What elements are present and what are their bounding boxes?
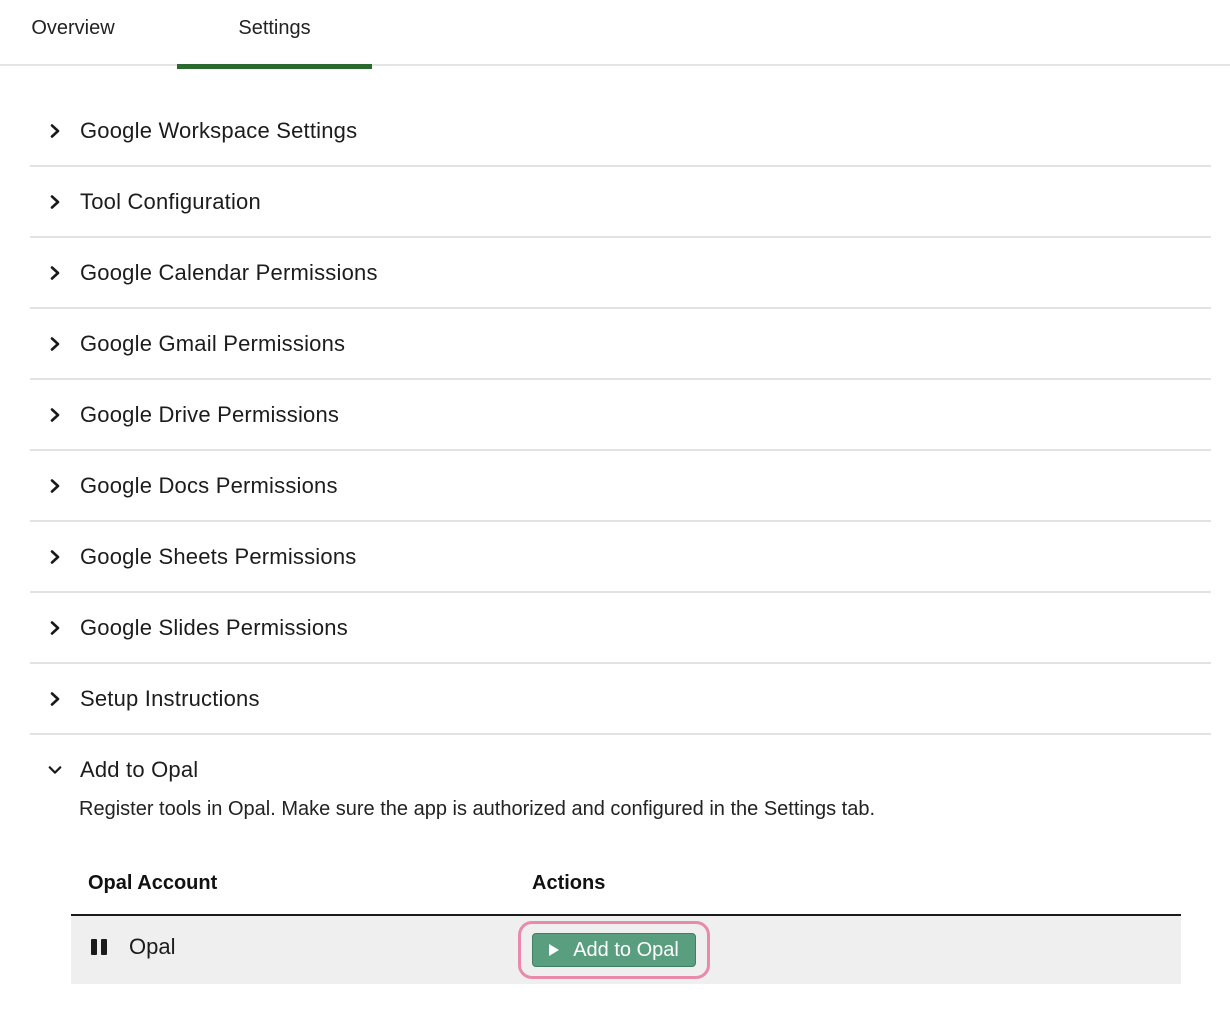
accordion-item-label: Google Sheets Permissions — [80, 543, 357, 569]
tab-settings[interactable]: Settings — [177, 0, 372, 66]
accordion-item-label: Google Workspace Settings — [80, 117, 358, 143]
accordion-item-tool-configuration[interactable]: Tool Configuration — [30, 167, 1211, 238]
accordion-item-setup-instructions[interactable]: Setup Instructions — [30, 664, 1211, 735]
accordion-item-google-workspace-settings[interactable]: Google Workspace Settings — [30, 96, 1211, 167]
add-to-opal-highlight: Add to Opal — [518, 921, 710, 979]
tab-overview[interactable]: Overview — [0, 0, 146, 66]
chevron-down-icon — [48, 763, 62, 777]
accordion-item-label: Google Calendar Permissions — [80, 259, 378, 285]
section-description: Register tools in Opal. Make sure the ap… — [79, 798, 876, 820]
chevron-right-icon — [48, 691, 62, 706]
accordion-item-label: Setup Instructions — [80, 685, 260, 711]
chevron-right-icon — [48, 478, 62, 493]
chevron-right-icon — [48, 336, 62, 351]
add-to-opal-button[interactable]: Add to Opal — [532, 933, 696, 967]
column-header-actions: Actions — [532, 871, 606, 894]
column-header-opal-account: Opal Account — [88, 871, 218, 894]
accordion-item-google-docs-permissions[interactable]: Google Docs Permissions — [30, 451, 1211, 522]
chevron-right-icon — [48, 194, 62, 209]
chevron-right-icon — [48, 265, 62, 280]
accordion-item-label: Google Slides Permissions — [80, 614, 348, 640]
add-to-opal-button-label: Add to Opal — [573, 938, 679, 961]
accordion-item-label: Add to Opal — [80, 757, 199, 782]
accordion-item-label: Tool Configuration — [80, 188, 261, 214]
accordion-item-label: Google Docs Permissions — [80, 472, 338, 498]
chevron-right-icon — [48, 123, 62, 138]
accordion-item-google-gmail-permissions[interactable]: Google Gmail Permissions — [30, 309, 1211, 380]
settings-accordion: Google Workspace Settings Tool Configura… — [30, 96, 1211, 821]
table-row: Opal Add to Opal — [71, 916, 1181, 984]
play-icon — [549, 944, 560, 956]
accordion-item-google-drive-permissions[interactable]: Google Drive Permissions — [30, 380, 1211, 451]
accordion-item-google-sheets-permissions[interactable]: Google Sheets Permissions — [30, 522, 1211, 593]
accordion-item-label: Google Gmail Permissions — [80, 330, 346, 356]
opal-account-name: Opal — [129, 934, 176, 959]
pause-icon — [91, 939, 107, 955]
accordion-header-add-to-opal[interactable]: Add to Opal — [30, 735, 1211, 805]
accordion-item-label: Google Drive Permissions — [80, 401, 340, 427]
table-header-row: Opal Account Actions — [71, 852, 1181, 916]
accordion-item-google-calendar-permissions[interactable]: Google Calendar Permissions — [30, 238, 1211, 309]
chevron-right-icon — [48, 549, 62, 564]
accordion-item-add-to-opal: Add to Opal Register tools in Opal. Make… — [30, 735, 1211, 821]
chevron-right-icon — [48, 407, 62, 422]
tab-bar: Overview Settings — [0, 0, 1230, 66]
accordion-item-google-slides-permissions[interactable]: Google Slides Permissions — [30, 593, 1211, 664]
chevron-right-icon — [48, 620, 62, 635]
settings-page: Overview Settings Google Workspace Setti… — [0, 0, 1230, 1020]
active-tab-indicator — [177, 64, 372, 69]
opal-accounts-table: Opal Account Actions Opal Add to Opal — [71, 852, 1181, 984]
